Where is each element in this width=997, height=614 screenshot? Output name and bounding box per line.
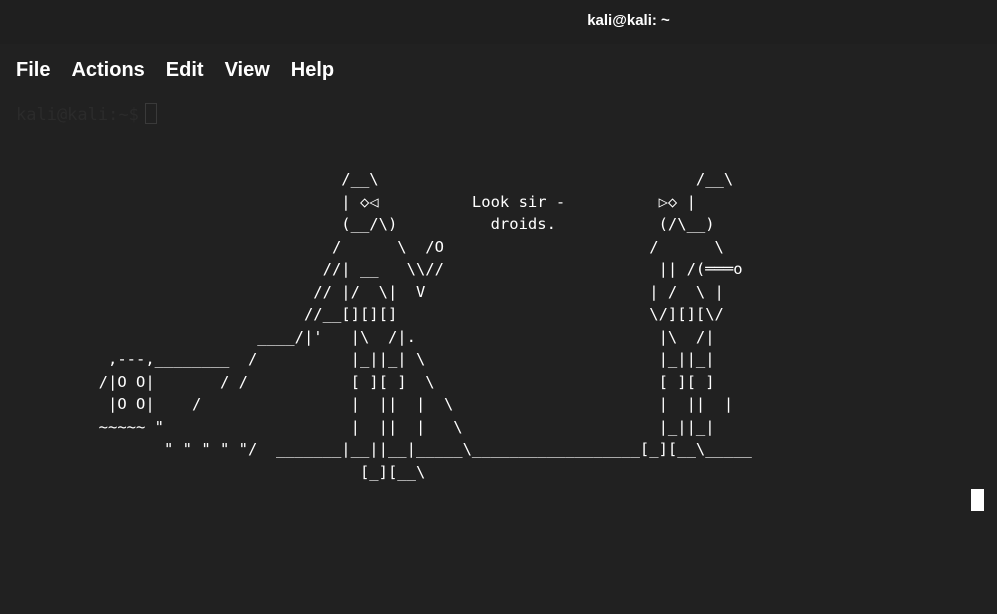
shell-prompt: kali@kali:~$ xyxy=(16,103,157,125)
menu-actions[interactable]: Actions xyxy=(71,59,144,82)
menu-file[interactable]: File xyxy=(16,59,50,82)
terminal-window: kali@kali: ~ File Actions Edit View Help… xyxy=(0,0,997,614)
menu-edit[interactable]: Edit xyxy=(166,59,204,82)
menu-view[interactable]: View xyxy=(225,59,270,82)
title-bar[interactable]: kali@kali: ~ xyxy=(0,0,997,44)
window-title: kali@kali: ~ xyxy=(587,12,670,29)
text-cursor xyxy=(971,489,984,511)
ascii-art-scene: /__\ /__\ | ◇◁ Look sir - ▷◇ | (__/\) dr… xyxy=(98,170,752,481)
menu-bar: File Actions Edit View Help xyxy=(0,50,355,90)
hollow-cursor xyxy=(144,103,157,124)
menu-help[interactable]: Help xyxy=(291,59,334,82)
prompt-text: kali@kali:~$ xyxy=(16,105,139,125)
